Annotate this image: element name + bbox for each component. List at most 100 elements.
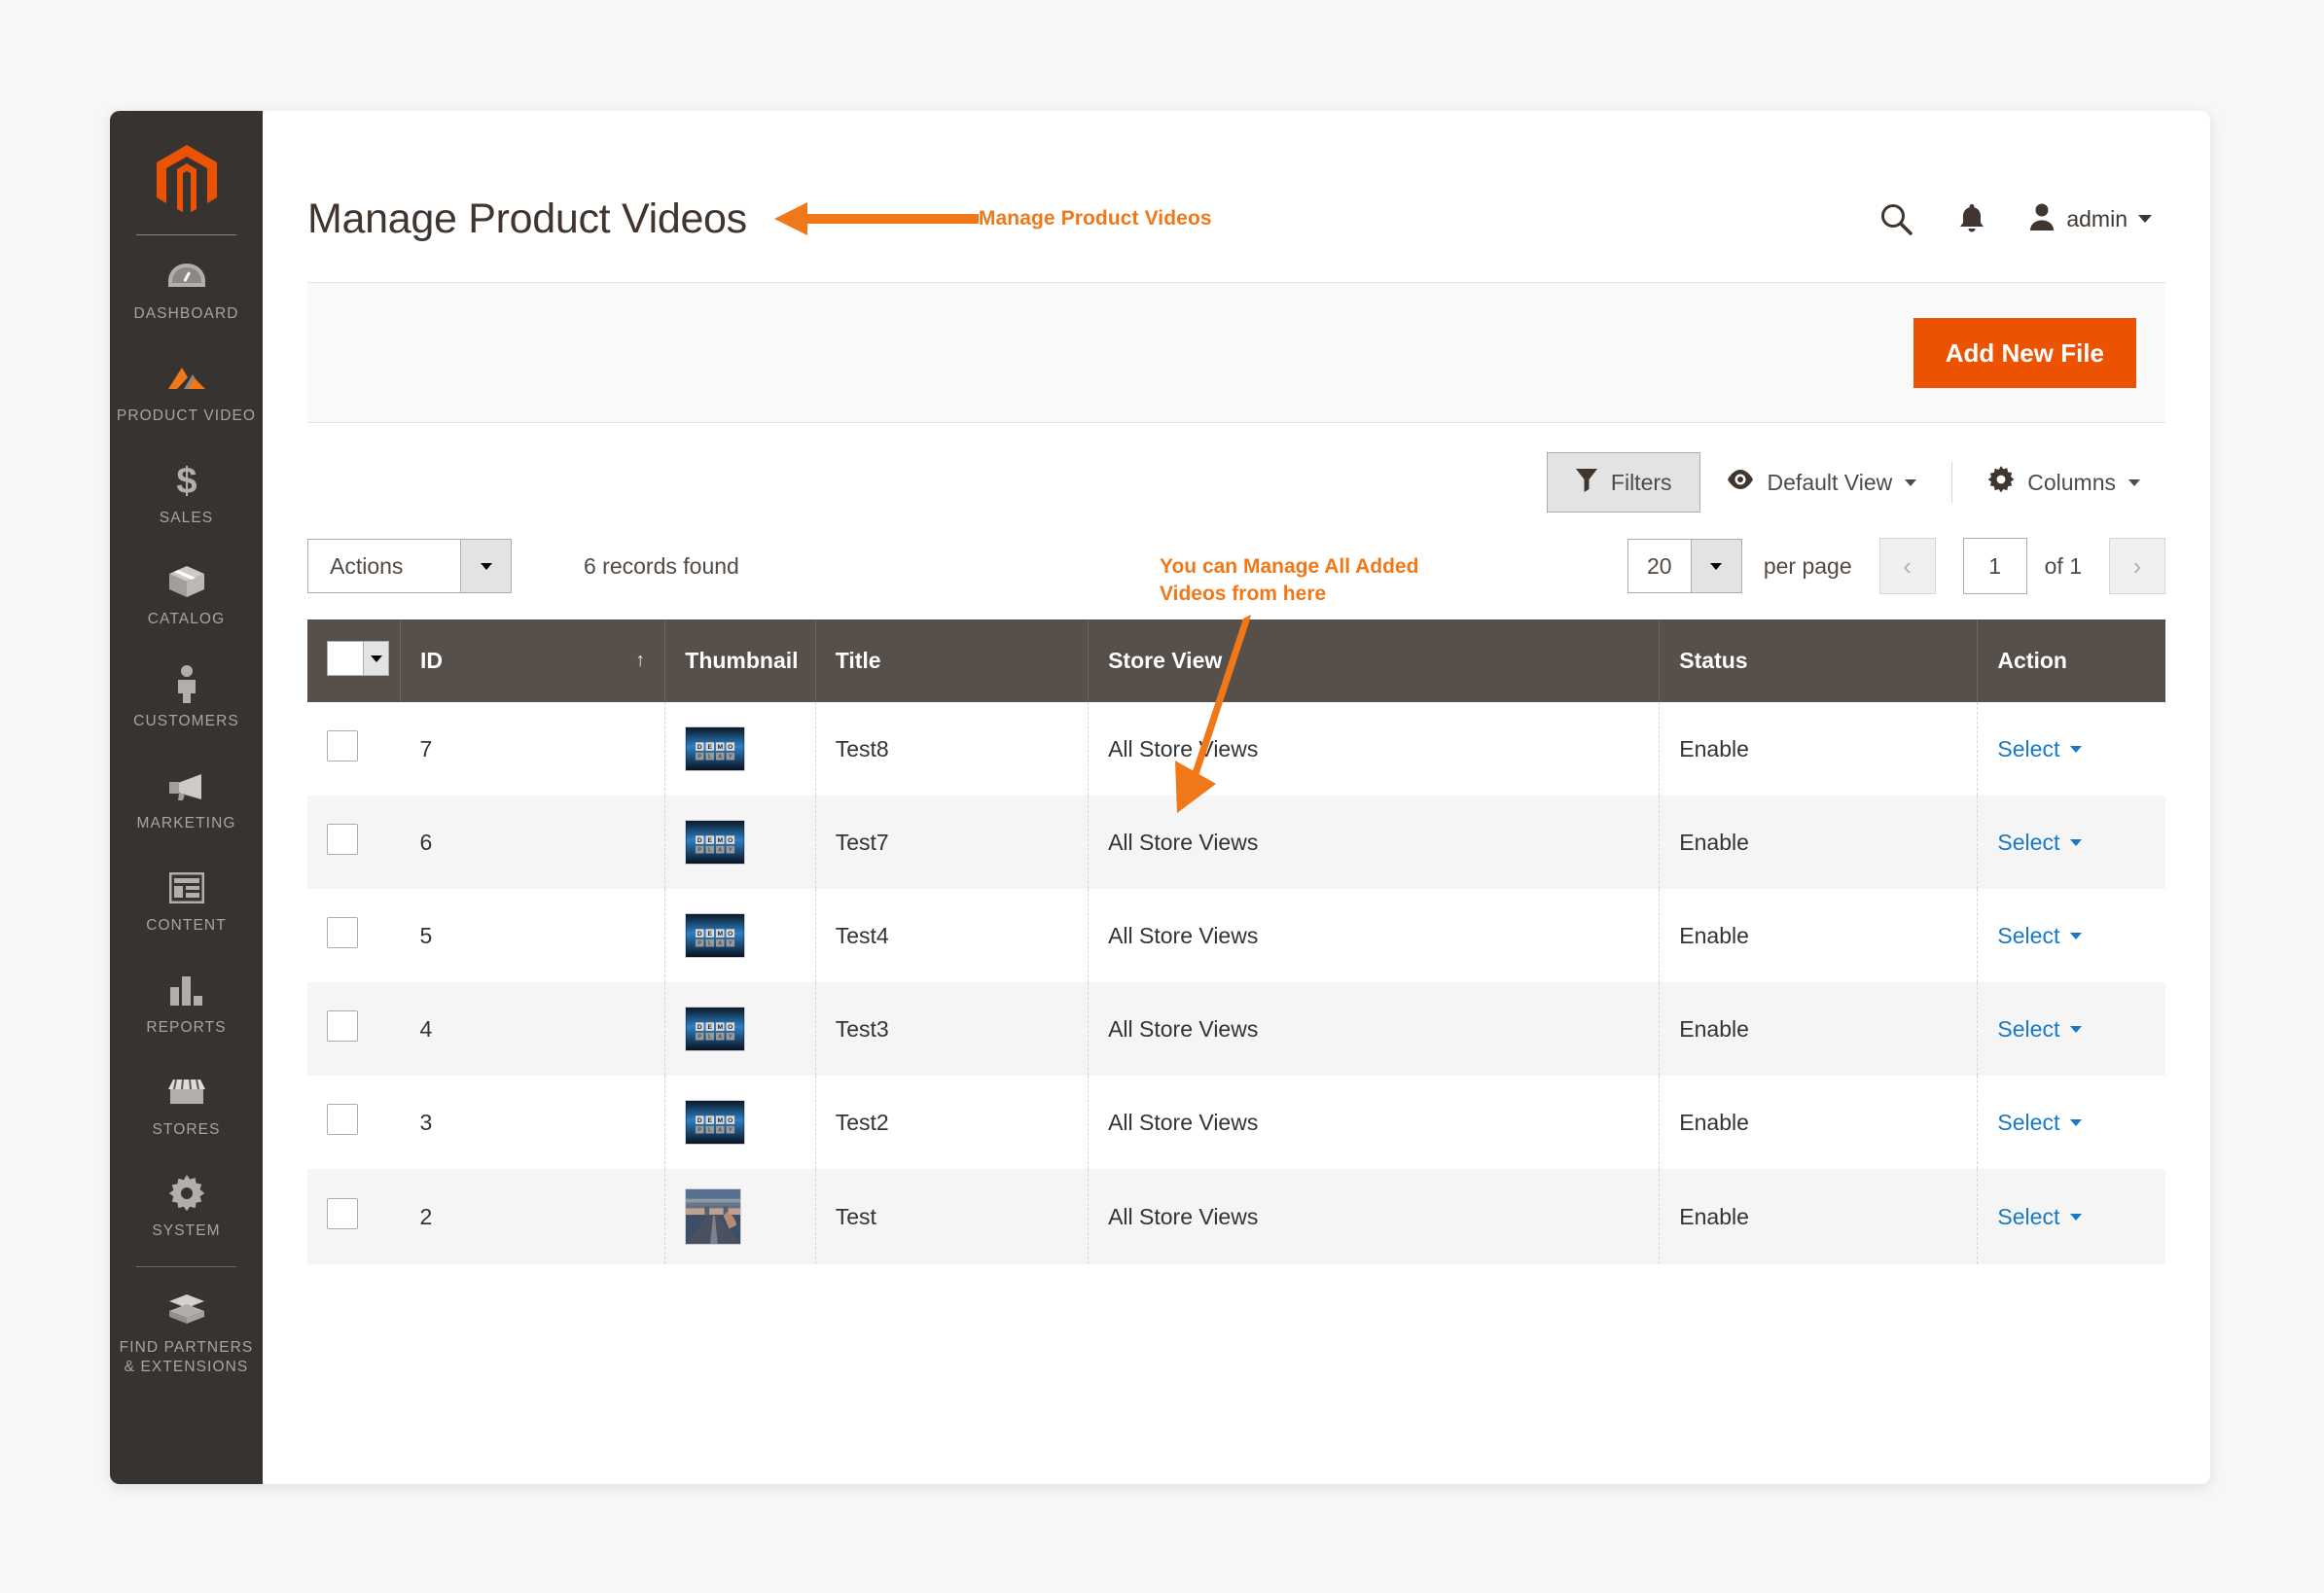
svg-text:M: M: [718, 931, 724, 938]
cell-store: All Store Views: [1088, 982, 1661, 1076]
svg-text:P: P: [698, 1128, 702, 1134]
demo-video-thumbnail[interactable]: D E M O P L A Y: [685, 1100, 746, 1145]
svg-text:D: D: [697, 837, 702, 844]
sidebar-item-system[interactable]: SYSTEM: [110, 1152, 263, 1255]
cell-store: All Store Views: [1088, 889, 1661, 982]
column-header-id-label: ID: [420, 648, 443, 673]
svg-text:$: $: [176, 461, 197, 500]
search-icon[interactable]: [1877, 199, 1915, 238]
sidebar-item-customers[interactable]: CUSTOMERS: [110, 643, 263, 745]
sidebar-item-product-video[interactable]: PRODUCT VIDEO: [110, 337, 263, 440]
svg-text:E: E: [708, 837, 713, 844]
filters-label: Filters: [1610, 469, 1672, 495]
sidebar-item-reports[interactable]: REPORTS: [110, 949, 263, 1051]
sidebar-item-marketing[interactable]: MARKETING: [110, 745, 263, 847]
svg-text:L: L: [708, 755, 712, 761]
product-video-icon: [164, 357, 209, 400]
columns-dropdown[interactable]: Columns: [1962, 466, 2165, 499]
row-action-select-dropdown[interactable]: Select: [1997, 830, 2083, 856]
sidebar-item-dashboard[interactable]: DASHBOARD: [110, 235, 263, 337]
select-all-checkbox[interactable]: [328, 642, 363, 675]
row-checkbox[interactable]: [327, 1010, 358, 1042]
sidebar-item-catalog[interactable]: CATALOG: [110, 541, 263, 643]
row-select-cell: [307, 1169, 401, 1264]
next-page-button[interactable]: ›: [2109, 538, 2165, 594]
sidebar-item-sales[interactable]: $ SALES: [110, 440, 263, 542]
select-all-checkbox-dropdown[interactable]: [327, 641, 389, 676]
filters-button[interactable]: Filters: [1546, 452, 1700, 513]
cell-title: Test3: [815, 982, 1090, 1076]
cell-thumbnail: DEMO PLA Y: [664, 1076, 816, 1169]
column-header-id[interactable]: ID ↑: [400, 620, 666, 702]
row-action-label: Select: [1997, 922, 2060, 948]
column-header-thumbnail[interactable]: Thumbnail: [664, 620, 816, 702]
add-new-file-button[interactable]: Add New File: [1913, 317, 2136, 388]
demo-video-thumbnail[interactable]: D E M O P L A Y: [685, 1007, 746, 1051]
cell-action: Select: [1978, 1169, 2165, 1264]
row-action-label: Select: [1997, 1109, 2060, 1135]
admin-username: admin: [2066, 205, 2127, 231]
current-page-input[interactable]: 1: [1962, 538, 2027, 594]
bell-icon[interactable]: [1952, 199, 1991, 238]
cell-title: Test4: [815, 889, 1090, 982]
cell-store: All Store Views: [1088, 796, 1661, 889]
per-page-select[interactable]: 20: [1627, 539, 1742, 593]
row-checkbox[interactable]: [327, 917, 358, 948]
svg-text:P: P: [698, 1035, 702, 1041]
row-action-select-dropdown[interactable]: Select: [1997, 1204, 2083, 1230]
road-overpass-photo-thumbnail[interactable]: [685, 1188, 742, 1245]
row-checkbox[interactable]: [327, 1198, 358, 1229]
demo-video-thumbnail[interactable]: D E M O P L A Y: [685, 726, 746, 771]
column-header-select-all[interactable]: [307, 620, 401, 702]
actions-select[interactable]: Actions: [307, 539, 512, 593]
row-select-cell: [307, 982, 401, 1076]
chevron-down-icon[interactable]: [363, 642, 388, 675]
table-header-row: ID ↑ Thumbnail Title Store View Status A…: [307, 620, 2165, 702]
data-grid-wrapper: ID ↑ Thumbnail Title Store View Status A…: [263, 594, 2210, 1264]
total-pages-label: of 1: [2044, 552, 2082, 579]
column-header-title[interactable]: Title: [815, 620, 1090, 702]
chevron-down-icon: [2070, 745, 2083, 753]
storefront-icon: [166, 1071, 207, 1114]
row-action-label: Select: [1997, 735, 2060, 761]
columns-label: Columns: [2027, 469, 2116, 495]
sidebar-item-stores[interactable]: STORES: [110, 1051, 263, 1153]
svg-text:E: E: [708, 1117, 713, 1124]
cell-id: 3: [400, 1076, 666, 1169]
row-action-select-dropdown[interactable]: Select: [1997, 1109, 2083, 1136]
row-action-select-dropdown[interactable]: Select: [1997, 735, 2083, 762]
demo-video-thumbnail[interactable]: D E M O P L A Y: [685, 913, 746, 958]
row-action-select-dropdown[interactable]: Select: [1997, 922, 2083, 949]
sidebar-item-label: STORES: [152, 1120, 221, 1138]
row-checkbox[interactable]: [327, 824, 358, 855]
row-checkbox[interactable]: [327, 1104, 358, 1135]
demo-video-thumbnail[interactable]: D E M O P L A Y: [685, 820, 746, 865]
chevron-down-icon: [2070, 1118, 2083, 1126]
previous-page-button[interactable]: ‹: [1878, 538, 1936, 594]
magento-logo[interactable]: [110, 132, 263, 228]
row-action-select-dropdown[interactable]: Select: [1997, 1016, 2083, 1043]
gear-icon: [168, 1172, 205, 1215]
default-view-label: Default View: [1767, 469, 1893, 495]
cell-thumbnail: DEMO PLA Y: [664, 982, 816, 1076]
sidebar-item-content[interactable]: CONTENT: [110, 847, 263, 949]
svg-text:Y: Y: [729, 941, 733, 947]
toolbar-divider: [1951, 462, 1953, 503]
table-row: 5 D E M O P L A Y Test4 All Store Views Enable Selec…: [307, 889, 2165, 982]
column-header-store-view[interactable]: Store View: [1088, 620, 1661, 702]
title-annotation-label: Manage Product Videos: [978, 207, 1212, 230]
column-header-status[interactable]: Status: [1659, 620, 1979, 702]
sidebar-item-find-partners-extensions[interactable]: FIND PARTNERS & EXTENSIONS: [110, 1269, 263, 1391]
svg-text:L: L: [708, 848, 712, 854]
person-icon: [173, 662, 200, 705]
cell-action: Select: [1978, 1076, 2165, 1169]
admin-user-menu[interactable]: admin: [2028, 202, 2152, 236]
row-checkbox[interactable]: [327, 730, 358, 761]
table-row: 4 D E M O P L A Y Test3 All Store Views Enable Selec…: [307, 982, 2165, 1076]
default-view-dropdown[interactable]: Default View: [1700, 469, 1943, 496]
annotation-arrow-left-icon: [773, 196, 979, 241]
svg-text:Y: Y: [729, 755, 733, 761]
table-row: 6 D E M O P L A Y Test7 All Store Views Enable Selec…: [307, 796, 2165, 889]
sidebar-item-label: PRODUCT VIDEO: [116, 407, 257, 424]
page-actions-band: Add New File: [307, 282, 2165, 423]
